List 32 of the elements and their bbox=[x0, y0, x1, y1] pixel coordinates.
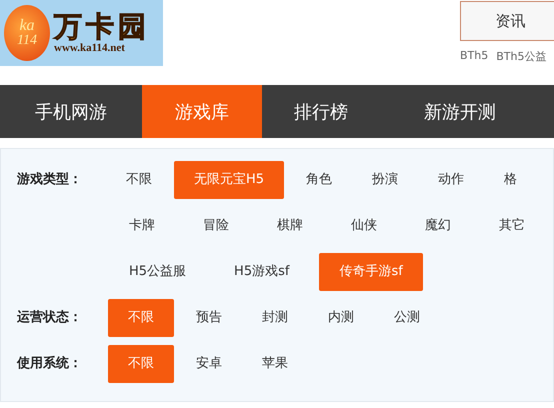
info-button[interactable]: 资讯 bbox=[460, 1, 554, 41]
filter-option[interactable]: 内测 bbox=[310, 299, 372, 337]
filter-label: 使用系统： bbox=[16, 354, 83, 373]
logo-badge: ka 114 bbox=[4, 5, 50, 61]
filter-option[interactable]: 扮演 bbox=[354, 161, 416, 199]
header-link[interactable]: BTh5 bbox=[460, 49, 488, 64]
filter-option[interactable]: 封测 bbox=[244, 299, 306, 337]
nav-tab[interactable]: 排行榜 bbox=[262, 85, 380, 138]
filter-option[interactable]: H5公益服 bbox=[111, 253, 204, 291]
filter-label: 游戏类型： bbox=[16, 171, 83, 189]
filter-option[interactable]: 不限 bbox=[108, 161, 170, 199]
logo-url: www.ka114.net bbox=[54, 42, 125, 54]
filter-option[interactable]: 公测 bbox=[376, 299, 438, 337]
filter-option[interactable]: 仙侠 bbox=[333, 207, 395, 245]
nav-tab[interactable]: 新游开测 bbox=[380, 85, 540, 138]
filter-option[interactable]: 角色 bbox=[288, 161, 350, 199]
filter-option[interactable]: 动作 bbox=[420, 161, 482, 199]
filter-option[interactable]: 格 bbox=[486, 161, 536, 199]
filter-option[interactable]: 棋牌 bbox=[259, 207, 321, 245]
filter-option[interactable]: 其它 bbox=[481, 207, 543, 245]
nav-tab[interactable]: 手机网游 bbox=[0, 85, 142, 138]
logo-name: 万卡园 bbox=[54, 12, 150, 42]
filter-option[interactable]: 魔幻 bbox=[407, 207, 469, 245]
filter-option[interactable]: 卡牌 bbox=[111, 207, 173, 245]
filter-option[interactable]: 安卓 bbox=[178, 345, 240, 383]
filter-option[interactable]: 预告 bbox=[178, 299, 240, 337]
filter-label: 运营状态： bbox=[16, 309, 83, 327]
site-logo[interactable]: ka 114 万卡园 www.ka114.net bbox=[0, 0, 163, 66]
filter-option[interactable]: H5游戏sf bbox=[216, 253, 308, 291]
filter-option[interactable]: 苹果 bbox=[244, 345, 306, 383]
header-link[interactable]: BTh5公益 bbox=[496, 49, 546, 64]
filter-option[interactable]: 冒险 bbox=[185, 207, 247, 245]
